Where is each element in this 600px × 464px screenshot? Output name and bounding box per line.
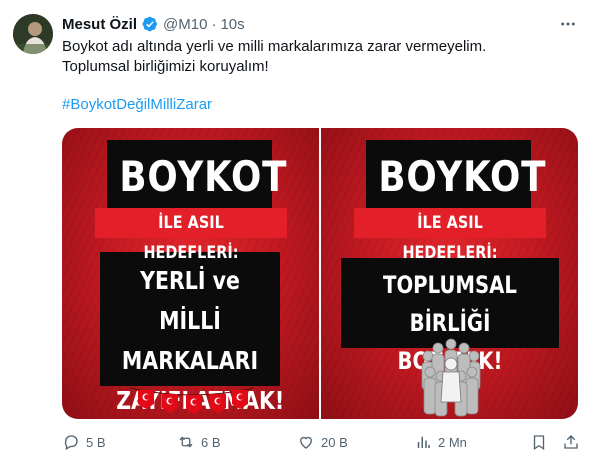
media-image-right[interactable]: BOYKOT İLE ASIL HEDEFLERİ: TOPLUMSAL BİR… (321, 128, 578, 419)
hashtag-link[interactable]: #BoykotDeğilMilliZarar (62, 96, 212, 113)
repost-icon (179, 436, 193, 448)
poster-label-text: İLE ASIL HEDEFLERİ: (402, 213, 498, 263)
views-count: 2 Mn (438, 434, 467, 450)
bookmark-button[interactable] (530, 432, 548, 452)
poster-title-box: BOYKOT (366, 140, 547, 212)
author-name[interactable]: Mesut Özil (62, 16, 137, 33)
share-icon (564, 435, 578, 449)
media-image-left[interactable]: BOYKOT İLE ASIL HEDEFLERİ: YERLİ ve MİLL… (62, 128, 319, 419)
poster-label: İLE ASIL HEDEFLERİ: (354, 208, 546, 263)
like-count: 20 B (321, 434, 348, 450)
turkish-flags-bunting-icon (130, 387, 254, 414)
tweet-timestamp[interactable]: 10s (220, 16, 244, 33)
heart-icon (300, 436, 312, 449)
media-grid: BOYKOT İLE ASIL HEDEFLERİ: YERLİ ve MİLL… (62, 128, 578, 419)
bookmark-icon (533, 435, 545, 451)
tweet-header: Mesut Özil @M10 · 10s (62, 14, 245, 34)
poster-title: BOYKOT (378, 152, 547, 201)
poster-label-text: İLE ASIL HEDEFLERİ: (143, 213, 239, 263)
reply-icon (64, 435, 78, 450)
reply-button[interactable]: 5 B (62, 432, 106, 452)
share-button[interactable] (562, 432, 580, 452)
tweet[interactable]: Mesut Özil @M10 · 10s Boykot adı altında… (0, 0, 600, 464)
avatar[interactable] (13, 14, 53, 54)
action-bar: 5 B 6 B 20 B 2 Mn (62, 432, 584, 452)
views-button[interactable]: 2 Mn (414, 432, 467, 452)
poster-line-1: YERLİ ve MİLLİ (140, 266, 240, 335)
poster-line-2: MARKALARI (121, 346, 259, 375)
tweet-text: Boykot adı altında yerli ve milli markal… (62, 38, 487, 75)
crowd-people-icon (421, 338, 481, 417)
verified-badge-icon (141, 15, 159, 33)
like-button[interactable]: 20 B (297, 432, 348, 452)
more-options-icon[interactable] (558, 14, 578, 34)
poster-label: İLE ASIL HEDEFLERİ: (95, 208, 287, 263)
separator-dot: · (211, 15, 217, 33)
poster-title: BOYKOT (119, 152, 288, 201)
poster-message-box: TOPLUMSAL BİRLİĞİ BOZMAK! (341, 258, 559, 375)
repost-button[interactable]: 6 B (177, 432, 221, 452)
poster-line-1: TOPLUMSAL BİRLİĞİ (383, 271, 517, 337)
repost-count: 6 B (201, 434, 221, 450)
views-chart-icon (417, 436, 430, 448)
reply-count: 5 B (86, 434, 106, 450)
poster-title-box: BOYKOT (107, 140, 288, 212)
poster-message-box: YERLİ ve MİLLİ MARKALARI ZAYIFLATMAK! (100, 252, 284, 415)
author-handle[interactable]: @M10 (163, 16, 207, 33)
